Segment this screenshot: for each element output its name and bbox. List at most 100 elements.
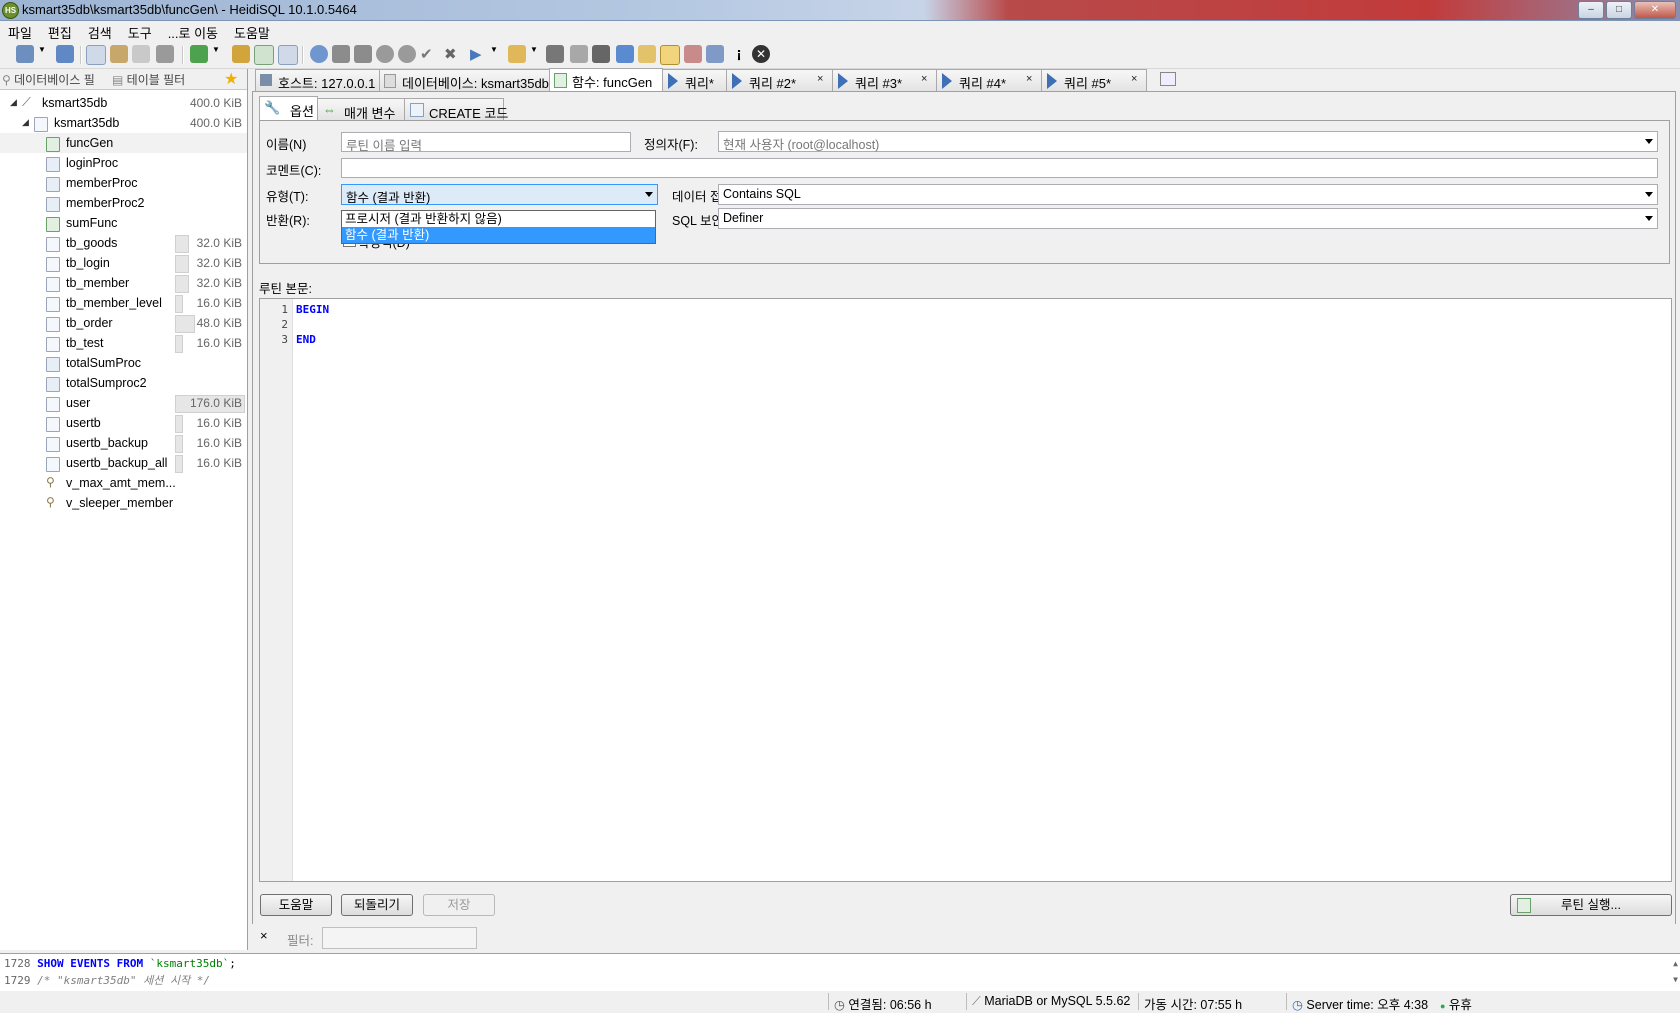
comment-input[interactable]: [341, 158, 1658, 178]
close-tab-icon[interactable]: ×: [1026, 73, 1032, 85]
print-icon[interactable]: [156, 45, 174, 63]
tab-function[interactable]: 함수: funcGen: [549, 68, 663, 91]
user-manager-icon[interactable]: [232, 45, 250, 63]
menu-help[interactable]: 도움말: [226, 21, 278, 41]
collapse-toggle-icon[interactable]: ◢: [22, 117, 29, 128]
post-check-icon[interactable]: ✔: [420, 45, 438, 63]
tree-item-totalsumproc2[interactable]: totalSumproc2: [0, 373, 247, 393]
tree-item-ksmart35db[interactable]: ◢ ksmart35db 400.0 KiB: [0, 113, 247, 133]
tab-query-2[interactable]: 쿼리 #2* ×: [726, 69, 833, 91]
option-function[interactable]: 함수 (결과 반환): [342, 227, 655, 243]
tab-options[interactable]: 🔧 옵션: [259, 96, 318, 121]
tree-item-ksmart35db[interactable]: ◢ ⟋ ksmart35db 400.0 KiB: [0, 93, 247, 113]
new-query-tab-icon[interactable]: [1160, 72, 1176, 86]
collapse-toggle-icon[interactable]: ◢: [10, 97, 17, 108]
close-tab-icon[interactable]: ×: [921, 73, 927, 85]
tree-item-user[interactable]: user 176.0 KiB: [0, 393, 247, 413]
add-record-icon[interactable]: [376, 45, 394, 63]
tree-item-sumfunc[interactable]: sumFunc: [0, 213, 247, 233]
last-record-icon[interactable]: [354, 45, 372, 63]
tree-item-tb_order[interactable]: tb_order 48.0 KiB: [0, 313, 247, 333]
help-button[interactable]: 도움말: [260, 894, 332, 916]
replace-icon[interactable]: [616, 45, 634, 63]
load-sql-icon[interactable]: [570, 45, 588, 63]
tree-item-tb_goods[interactable]: tb_goods 32.0 KiB: [0, 233, 247, 253]
refresh-dropdown-icon[interactable]: ▼: [212, 45, 220, 63]
table-filter-input[interactable]: ▤ 테이블 필터: [112, 71, 220, 88]
tree-item-tb_member[interactable]: tb_member 32.0 KiB: [0, 273, 247, 293]
run-query-icon[interactable]: ▶: [470, 45, 488, 63]
database-filter-input[interactable]: ⚲ 데이터베이스 필: [2, 71, 108, 88]
menu-search[interactable]: 검색: [80, 21, 120, 41]
close-tab-icon[interactable]: ×: [1131, 73, 1137, 85]
tab-query-5[interactable]: 쿼리 #5* ×: [1041, 69, 1147, 91]
log-scrollbar[interactable]: ▲ ▼: [1673, 956, 1678, 988]
explain-icon[interactable]: [508, 45, 526, 63]
routine-name-input[interactable]: 루틴 이름 입력: [341, 132, 631, 152]
run-dropdown-icon[interactable]: ▼: [490, 45, 498, 63]
tab-create-code[interactable]: CREATE 코드: [404, 98, 508, 121]
tree-item-loginproc[interactable]: loginProc: [0, 153, 247, 173]
tab-host[interactable]: 호스트: 127.0.0.1: [255, 69, 380, 91]
close-window-button[interactable]: ✕: [1634, 1, 1676, 19]
tree-item-memberproc2[interactable]: memberProc2: [0, 193, 247, 213]
delete-record-icon[interactable]: [398, 45, 416, 63]
find-icon[interactable]: [592, 45, 610, 63]
cancel-x-icon[interactable]: ✖: [444, 45, 462, 63]
minimize-button[interactable]: –: [1578, 1, 1604, 19]
tree-item-usertb[interactable]: usertb 16.0 KiB: [0, 413, 247, 433]
tree-item-tb_test[interactable]: tb_test 16.0 KiB: [0, 333, 247, 353]
undo-icon[interactable]: [132, 45, 150, 63]
menu-edit[interactable]: 편집: [40, 21, 80, 41]
warning-icon[interactable]: [660, 45, 680, 65]
export-icon[interactable]: [278, 45, 298, 65]
tab-database[interactable]: 데이터베이스: ksmart35db: [379, 69, 550, 91]
import-icon[interactable]: [254, 45, 274, 65]
definer-select[interactable]: 현재 사용자 (root@localhost): [718, 131, 1658, 152]
menu-tools[interactable]: 도구: [120, 21, 160, 41]
filter-input[interactable]: [322, 927, 477, 949]
paste-icon[interactable]: [110, 45, 128, 63]
help-icon[interactable]: [310, 45, 328, 63]
tree-item-memberproc[interactable]: memberProc: [0, 173, 247, 193]
export-data-icon[interactable]: [706, 45, 724, 63]
info-icon[interactable]: ¡: [730, 45, 748, 63]
copy-icon[interactable]: [86, 45, 106, 65]
close-filter-icon[interactable]: ×: [260, 928, 268, 943]
tree-item-tb_member_level[interactable]: tb_member_level 16.0 KiB: [0, 293, 247, 313]
sql-log[interactable]: 1728 SHOW EVENTS FROM `ksmart35db`; 1729…: [0, 953, 1680, 992]
dropdown-arrow-icon[interactable]: ▼: [38, 45, 46, 63]
hex-icon[interactable]: [684, 45, 702, 63]
menu-goto[interactable]: ...로 이동: [160, 21, 226, 41]
heidisql-app-icon[interactable]: HS: [2, 2, 19, 19]
explain-dropdown-icon[interactable]: ▼: [530, 45, 538, 63]
run-routine-button[interactable]: 루틴 실행...: [1510, 894, 1672, 916]
tree-item-v_max_amt_mem[interactable]: ⚲ v_max_amt_mem...: [0, 473, 247, 493]
data-access-select[interactable]: Contains SQL: [718, 184, 1658, 205]
tab-query-3[interactable]: 쿼리 #3* ×: [832, 69, 937, 91]
close-tab-icon[interactable]: ×: [817, 73, 823, 85]
save-sql-icon[interactable]: [546, 45, 564, 63]
save-button[interactable]: 저장: [423, 894, 495, 916]
maximize-button[interactable]: □: [1606, 1, 1632, 19]
connect-icon[interactable]: [56, 45, 74, 63]
tree-item-usertb_backup[interactable]: usertb_backup 16.0 KiB: [0, 433, 247, 453]
tree-item-totalsumproc[interactable]: totalSumProc: [0, 353, 247, 373]
tree-item-tb_login[interactable]: tb_login 32.0 KiB: [0, 253, 247, 273]
routine-type-select[interactable]: 함수 (결과 반환): [341, 184, 658, 205]
tree-item-funcgen[interactable]: funcGen: [0, 133, 247, 153]
tab-parameters[interactable]: ⇔ 매개 변수: [317, 98, 405, 121]
first-record-icon[interactable]: [332, 45, 350, 63]
tree-item-usertb_backup_all[interactable]: usertb_backup_all 16.0 KiB: [0, 453, 247, 473]
option-procedure[interactable]: 프로시저 (결과 반환하지 않음): [342, 211, 655, 227]
session-manager-icon[interactable]: [16, 45, 34, 63]
menu-file[interactable]: 파일: [0, 21, 40, 41]
refresh-icon[interactable]: [190, 45, 208, 63]
revert-button[interactable]: 되돌리기: [341, 894, 413, 916]
disconnect-icon[interactable]: ✕: [752, 45, 770, 63]
sql-security-select[interactable]: Definer: [718, 208, 1658, 229]
tab-query-1[interactable]: 쿼리*: [662, 69, 727, 91]
edit-icon[interactable]: [638, 45, 656, 63]
routine-body-editor[interactable]: 1 2 3 BEGIN END: [259, 298, 1672, 882]
tab-query-4[interactable]: 쿼리 #4* ×: [936, 69, 1042, 91]
